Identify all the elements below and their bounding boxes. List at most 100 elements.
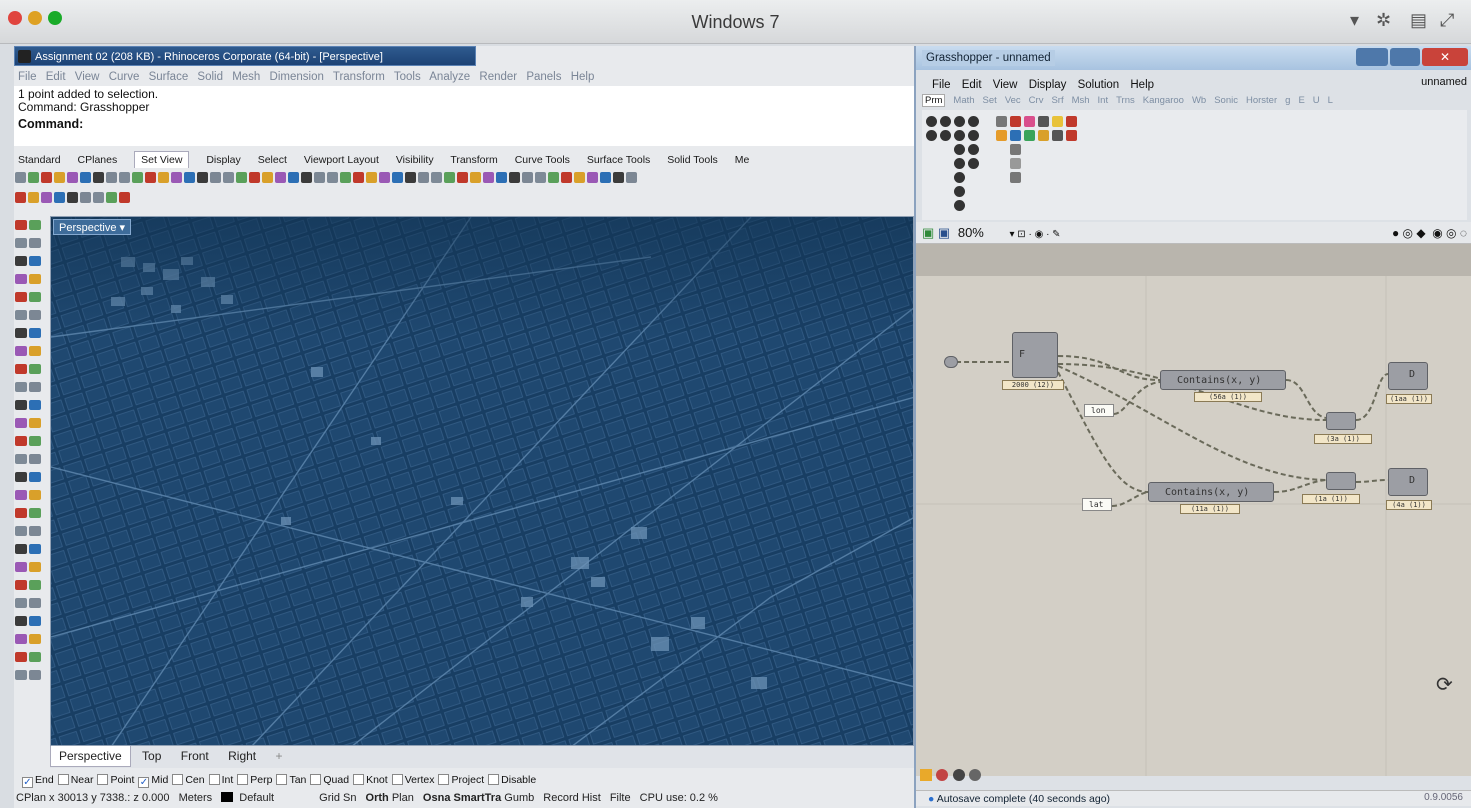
- gh-menu-solution[interactable]: Solution: [1078, 79, 1120, 91]
- tab-solid-tools[interactable]: Solid Tools: [667, 154, 718, 166]
- menu-help[interactable]: Help: [571, 71, 595, 83]
- toolbar-tool-icon[interactable]: [418, 172, 429, 183]
- viewport-tab-top[interactable]: Top: [134, 746, 169, 766]
- gh-menu-view[interactable]: View: [993, 79, 1018, 91]
- toolbar-tool-icon[interactable]: [431, 172, 442, 183]
- menu-transform[interactable]: Transform: [333, 71, 385, 83]
- param-component-icon[interactable]: [1066, 130, 1077, 141]
- menu-render[interactable]: Render: [479, 71, 517, 83]
- vertical-tool-icon[interactable]: [29, 580, 41, 590]
- osnap-checkbox-knot[interactable]: [353, 774, 365, 785]
- toolbar-tool-icon[interactable]: [223, 172, 234, 183]
- gh-menu-edit[interactable]: Edit: [962, 79, 982, 91]
- output-component-1[interactable]: D: [1388, 362, 1428, 390]
- toolbar-tool-icon[interactable]: [548, 172, 559, 183]
- preview-mode-icons[interactable]: ● ◎ ◆ ◉ ◎ ◌: [1392, 222, 1467, 244]
- vertical-tool-icon[interactable]: [15, 274, 27, 284]
- toolbar-tool-icon[interactable]: [80, 172, 91, 183]
- menu-dimension[interactable]: Dimension: [270, 71, 324, 83]
- viewport-tab-right[interactable]: Right: [220, 746, 264, 766]
- vertical-tool-icon[interactable]: [29, 472, 41, 482]
- add-viewport-button[interactable]: +: [267, 746, 290, 766]
- param-component-icon[interactable]: [954, 158, 965, 169]
- menu-analyze[interactable]: Analyze: [429, 71, 470, 83]
- vertical-tool-icon[interactable]: [29, 508, 41, 518]
- toolbar-tool-icon[interactable]: [54, 192, 65, 203]
- planar-toggle[interactable]: Plan: [392, 792, 414, 804]
- toolbar-tool-icon[interactable]: [522, 172, 533, 183]
- toolbar-tool-icon[interactable]: [288, 172, 299, 183]
- menu-view[interactable]: View: [75, 71, 100, 83]
- vertical-tool-icon[interactable]: [29, 526, 41, 536]
- vertical-tool-icon[interactable]: [15, 400, 27, 410]
- toolbar-tool-icon[interactable]: [379, 172, 390, 183]
- osnap-checkbox-perp[interactable]: [237, 774, 249, 785]
- vertical-tool-icon[interactable]: [29, 490, 41, 500]
- gh-menu-display[interactable]: Display: [1029, 79, 1067, 91]
- vertical-tool-icon[interactable]: [29, 598, 41, 608]
- toolbar-tool-icon[interactable]: [392, 172, 403, 183]
- toolbar-tool-icon[interactable]: [314, 172, 325, 183]
- output-component-2[interactable]: D: [1388, 468, 1428, 496]
- toolbar-tool-icon[interactable]: [470, 172, 481, 183]
- param-component-icon[interactable]: [1052, 130, 1063, 141]
- gh-menu-file[interactable]: File: [932, 79, 951, 91]
- param-component-icon[interactable]: [996, 130, 1007, 141]
- toolbar-tool-icon[interactable]: [236, 172, 247, 183]
- vertical-tool-icon[interactable]: [15, 526, 27, 536]
- vertical-tool-icon[interactable]: [15, 310, 27, 320]
- toolbar-tool-icon[interactable]: [587, 172, 598, 183]
- category-tab-trns[interactable]: Trns: [1116, 95, 1135, 106]
- param-component-icon[interactable]: [954, 144, 965, 155]
- close-icon[interactable]: ✕: [1422, 48, 1468, 66]
- zoom-level[interactable]: 80%: [958, 225, 984, 240]
- contains-component-1[interactable]: Contains(x, y): [1160, 370, 1286, 390]
- toolbar-tool-icon[interactable]: [28, 192, 39, 203]
- param-component-icon[interactable]: [926, 130, 937, 141]
- grasshopper-canvas[interactable]: F 2000 (12)) lon lat Contains(x, y) (56a…: [916, 244, 1471, 776]
- menu-surface[interactable]: Surface: [149, 71, 189, 83]
- vertical-tool-icon[interactable]: [29, 220, 41, 230]
- toolbar-tool-icon[interactable]: [626, 172, 637, 183]
- param-component-icon[interactable]: [1010, 172, 1021, 183]
- vertical-tool-icon[interactable]: [15, 292, 27, 302]
- toolbar-tool-icon[interactable]: [106, 172, 117, 183]
- param-component-icon[interactable]: [1010, 130, 1021, 141]
- gear-icon[interactable]: ✲: [1376, 10, 1391, 31]
- toolbar-tool-icon[interactable]: [119, 192, 130, 203]
- vertical-tool-icon[interactable]: [29, 652, 41, 662]
- toolbar-tool-icon[interactable]: [132, 172, 143, 183]
- vertical-tool-icon[interactable]: [29, 274, 41, 284]
- tab-display[interactable]: Display: [206, 154, 240, 166]
- vertical-tool-icon[interactable]: [29, 364, 41, 374]
- vertical-tool-icon[interactable]: [29, 328, 41, 338]
- category-tab-sonic[interactable]: Sonic: [1214, 95, 1238, 106]
- vertical-tool-icon[interactable]: [29, 238, 41, 248]
- toolbar-tool-icon[interactable]: [561, 172, 572, 183]
- toolbar-tool-icon[interactable]: [613, 172, 624, 183]
- toolbar-tool-icon[interactable]: [67, 172, 78, 183]
- gumball-toggle[interactable]: Gumb: [504, 792, 534, 804]
- toolbar-tool-icon[interactable]: [80, 192, 91, 203]
- category-tab-wb[interactable]: Wb: [1192, 95, 1206, 106]
- perspective-viewport[interactable]: Perspective ▾: [50, 216, 914, 746]
- osnap-checkbox-tan[interactable]: [276, 774, 288, 785]
- category-tab-msh[interactable]: Msh: [1072, 95, 1090, 106]
- param-component-icon[interactable]: [1010, 144, 1021, 155]
- osnap-toggle[interactable]: Osna: [423, 792, 451, 804]
- maximize-button[interactable]: [1390, 48, 1420, 66]
- tab-cplanes[interactable]: CPlanes: [78, 154, 118, 166]
- vertical-tool-icon[interactable]: [15, 670, 27, 680]
- toolbar-tool-icon[interactable]: [496, 172, 507, 183]
- param-component-icon[interactable]: [954, 186, 965, 197]
- param-component-icon[interactable]: [1052, 116, 1063, 127]
- toolbar-tool-icon[interactable]: [119, 172, 130, 183]
- param-component-icon[interactable]: [954, 130, 965, 141]
- layer-readout[interactable]: Default: [221, 792, 280, 804]
- vertical-tool-icon[interactable]: [15, 256, 27, 266]
- gh-menu-help[interactable]: Help: [1130, 79, 1154, 91]
- vertical-tool-icon[interactable]: [15, 562, 27, 572]
- vertical-tool-icon[interactable]: [29, 616, 41, 626]
- viewport-tab-perspective[interactable]: Perspective: [50, 746, 131, 767]
- toolbar-tool-icon[interactable]: [457, 172, 468, 183]
